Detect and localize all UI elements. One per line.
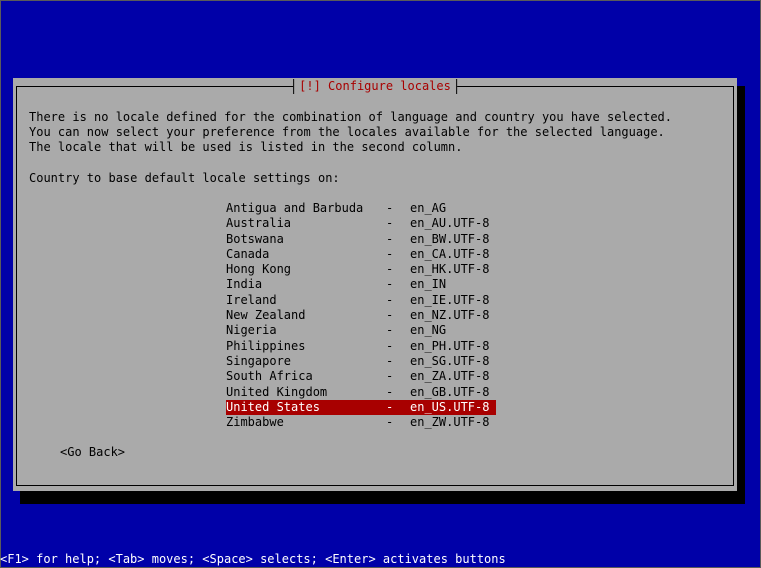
locale-country: Nigeria bbox=[226, 323, 277, 338]
locale-separator: - bbox=[386, 277, 394, 292]
locale-country: South Africa bbox=[226, 369, 313, 384]
locale-separator: - bbox=[386, 246, 394, 261]
locale-code: en_IN bbox=[410, 277, 447, 292]
help-bar: <F1> for help; <Tab> moves; <Space> sele… bbox=[0, 552, 506, 566]
locale-option[interactable]: Botswana - en_BW.UTF-8 bbox=[226, 232, 496, 247]
locale-country: India bbox=[226, 277, 263, 292]
locale-separator: - bbox=[386, 415, 394, 430]
locale-separator: - bbox=[386, 369, 394, 384]
locale-option[interactable]: Singapore - en_SG.UTF-8 bbox=[226, 354, 496, 369]
locale-separator: - bbox=[386, 353, 394, 368]
locale-separator: - bbox=[386, 399, 394, 414]
locale-option[interactable]: Australia - en_AU.UTF-8 bbox=[226, 216, 496, 231]
locale-separator: - bbox=[386, 216, 394, 231]
locale-country: New Zealand bbox=[226, 308, 306, 323]
locale-option[interactable]: Philippines - en_PH.UTF-8 bbox=[226, 339, 496, 354]
locale-country: United States bbox=[226, 399, 320, 414]
locale-option[interactable]: New Zealand - en_NZ.UTF-8 bbox=[226, 308, 496, 323]
locale-separator: - bbox=[386, 308, 394, 323]
locale-code: en_SG.UTF-8 bbox=[410, 353, 490, 368]
locale-code: en_US.UTF-8 bbox=[410, 399, 490, 414]
locale-code: en_AU.UTF-8 bbox=[410, 216, 490, 231]
configure-locales-dialog: [!] Configure locales There is no locale… bbox=[13, 78, 737, 491]
locale-option[interactable]: Zimbabwe - en_ZW.UTF-8 bbox=[226, 415, 496, 430]
locale-option[interactable]: South Africa - en_ZA.UTF-8 bbox=[226, 369, 496, 384]
locale-code: en_BW.UTF-8 bbox=[410, 231, 490, 246]
locale-prompt: Country to base default locale settings … bbox=[29, 171, 340, 185]
locale-code: en_ZW.UTF-8 bbox=[410, 415, 490, 430]
dialog-description: There is no locale defined for the combi… bbox=[29, 110, 672, 154]
locale-country: Antigua and Barbuda bbox=[226, 201, 364, 215]
locale-separator: - bbox=[386, 338, 394, 353]
locale-code: en_HK.UTF-8 bbox=[410, 262, 490, 277]
locale-country: Ireland bbox=[226, 292, 277, 307]
locale-country: Singapore bbox=[226, 353, 292, 368]
locale-option[interactable]: United Kingdom - en_GB.UTF-8 bbox=[226, 385, 496, 400]
locale-option[interactable]: Canada - en_CA.UTF-8 bbox=[226, 247, 496, 262]
locale-code: en_AG bbox=[410, 201, 447, 215]
locale-country: United Kingdom bbox=[226, 384, 328, 399]
locale-separator: - bbox=[386, 231, 394, 246]
locale-option[interactable]: Ireland - en_IE.UTF-8 bbox=[226, 293, 496, 308]
locale-code: en_NG bbox=[410, 323, 447, 338]
locale-code: en_ZA.UTF-8 bbox=[410, 369, 490, 384]
locale-code: en_PH.UTF-8 bbox=[410, 338, 490, 353]
locale-separator: - bbox=[386, 201, 394, 215]
locale-country: Philippines bbox=[226, 338, 306, 353]
locale-option[interactable]: India - en_IN bbox=[226, 277, 496, 292]
locale-code: en_CA.UTF-8 bbox=[410, 246, 490, 261]
locale-option[interactable]: United States - en_US.UTF-8 bbox=[226, 399, 496, 416]
locale-option[interactable]: Antigua and Barbuda - en_AG bbox=[226, 201, 496, 216]
locale-country: Hong Kong bbox=[226, 262, 292, 277]
locale-country: Botswana bbox=[226, 231, 284, 246]
locale-option[interactable]: Hong Kong - en_HK.UTF-8 bbox=[226, 262, 496, 277]
locale-separator: - bbox=[386, 292, 394, 307]
go-back-button[interactable]: <Go Back> bbox=[60, 445, 125, 460]
locale-option[interactable]: Nigeria - en_NG bbox=[226, 323, 496, 338]
locale-country: Canada bbox=[226, 246, 270, 261]
locale-separator: - bbox=[386, 262, 394, 277]
locale-separator: - bbox=[386, 323, 394, 338]
locale-list[interactable]: Antigua and Barbuda - en_AG Australia - en_AU… bbox=[226, 201, 496, 430]
locale-separator: - bbox=[386, 384, 394, 399]
locale-code: en_GB.UTF-8 bbox=[410, 384, 490, 399]
locale-code: en_IE.UTF-8 bbox=[410, 292, 490, 307]
dialog-title: [!] Configure locales bbox=[293, 79, 457, 94]
locale-country: Australia bbox=[226, 216, 292, 231]
locale-code: en_NZ.UTF-8 bbox=[410, 308, 490, 323]
locale-country: Zimbabwe bbox=[226, 415, 284, 430]
